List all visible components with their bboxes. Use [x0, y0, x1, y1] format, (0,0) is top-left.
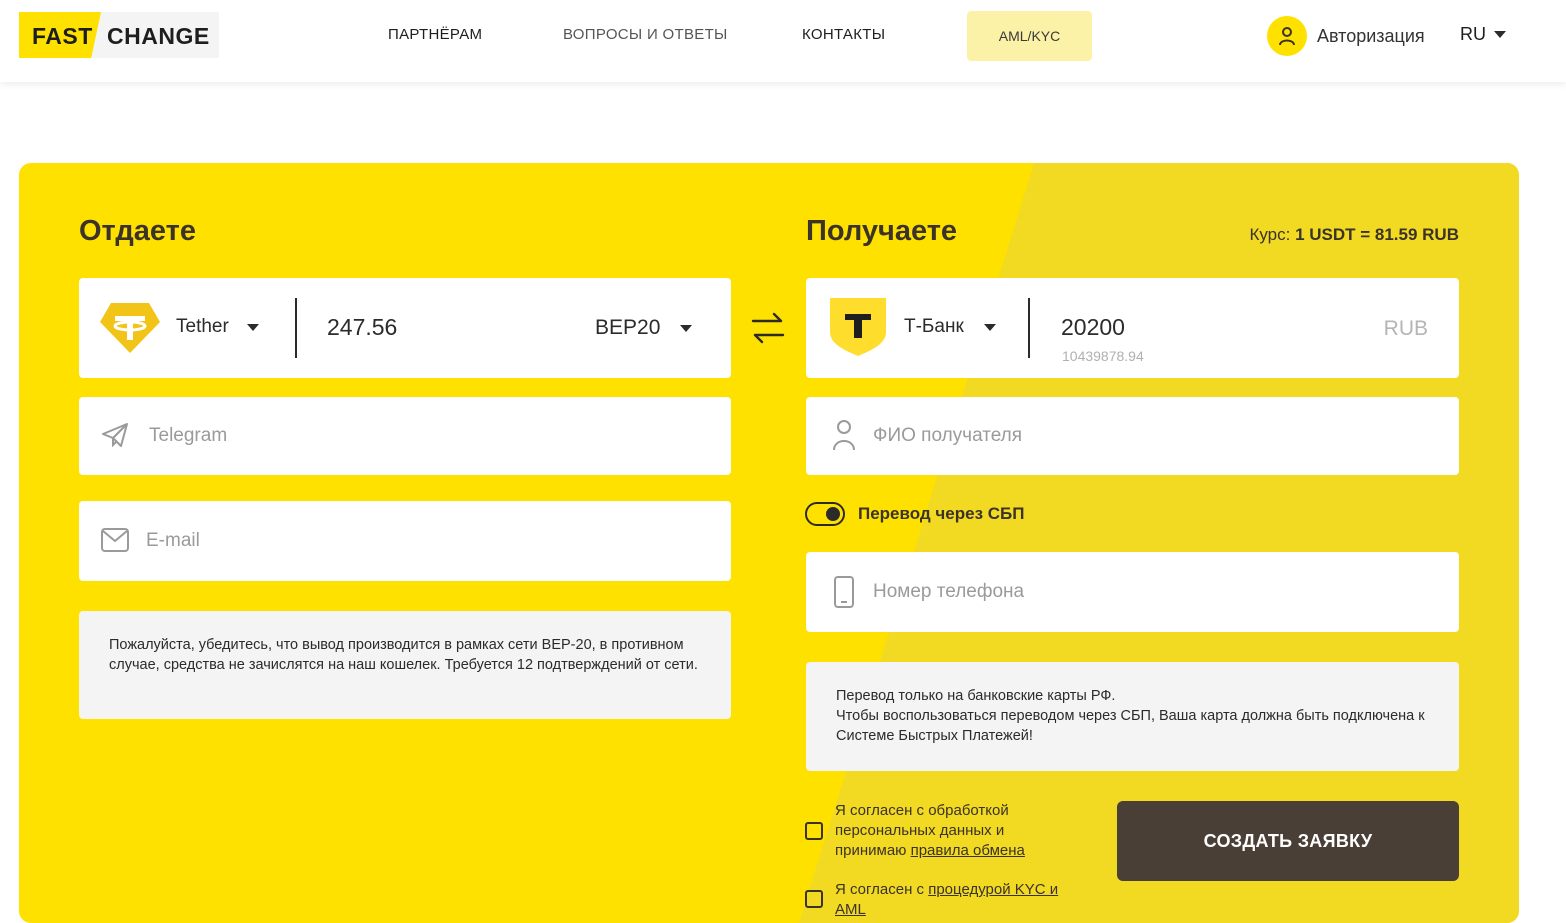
tbank-logo-icon: [828, 296, 888, 363]
chevron-down-icon: [1494, 30, 1506, 38]
rate-value: 1 USDT = 81.59 RUB: [1295, 225, 1459, 244]
receive-amount-input[interactable]: 20200: [1061, 314, 1125, 341]
agree-rules-checkbox[interactable]: [805, 822, 823, 840]
reserve-amount: 10439878.94: [1062, 348, 1144, 364]
tether-icon: [99, 302, 161, 359]
agree-kyc-checkbox[interactable]: [805, 890, 823, 908]
chevron-down-icon: [983, 323, 996, 331]
mail-icon: [101, 528, 129, 557]
phone-placeholder: Номер телефона: [873, 581, 1025, 602]
field-divider: [295, 298, 297, 358]
language-value: RU: [1460, 23, 1486, 44]
email-field[interactable]: E-mail: [79, 501, 731, 581]
exchange-rules-link[interactable]: правила обмена: [911, 842, 1025, 859]
user-icon: [1267, 16, 1307, 56]
recipient-name-placeholder: ФИО получателя: [873, 425, 1023, 446]
sbp-notice-line2: Чтобы воспользоваться переводом через СБ…: [836, 708, 1425, 744]
person-icon: [832, 419, 856, 456]
give-amount-box: Tether 247.56 BEP20: [79, 278, 731, 378]
toggle-knob: [826, 507, 840, 521]
receive-currency-code: RUB: [1383, 317, 1428, 340]
give-title: Отдаете: [79, 215, 196, 247]
field-divider: [1028, 298, 1030, 358]
swap-arrows-icon[interactable]: [750, 310, 786, 351]
nav-aml-kyc-button[interactable]: AML/KYC: [967, 11, 1092, 61]
exchange-panel: Отдаете Tether 247.56 BEP20 Telegram E-m…: [19, 163, 1519, 923]
bank-select[interactable]: Т-Банк: [904, 316, 996, 338]
exchange-rate: Курс: 1 USDT = 81.59 RUB: [1249, 225, 1459, 245]
nav-partners[interactable]: ПАРТНЁРАМ: [388, 26, 482, 43]
create-order-button[interactable]: СОЗДАТЬ ЗАЯВКУ: [1117, 801, 1459, 881]
telegram-field[interactable]: Telegram: [79, 397, 731, 475]
logo-text-fast: FAST: [32, 23, 93, 49]
sbp-toggle[interactable]: [805, 502, 845, 526]
bank-label: Т-Банк: [904, 316, 964, 337]
give-currency-select[interactable]: Tether: [176, 316, 259, 338]
login-link[interactable]: Авторизация: [1267, 16, 1425, 56]
network-notice: Пожалуйста, убедитесь, что вывод произво…: [79, 611, 731, 719]
agree-rules-text: Я согласен с обработкой персональных дан…: [835, 801, 1065, 861]
chevron-down-icon: [246, 323, 259, 331]
chevron-down-icon: [680, 324, 693, 332]
logo-text-change: CHANGE: [107, 23, 210, 49]
network-notice-text: Пожалуйста, убедитесь, что вывод произво…: [109, 637, 698, 673]
nav-contacts[interactable]: КОНТАКТЫ: [802, 26, 885, 43]
login-label: Авторизация: [1317, 25, 1425, 46]
give-amount-input[interactable]: 247.56: [327, 314, 397, 341]
network-label: BEP20: [595, 316, 661, 339]
sbp-notice: Перевод только на банковские карты РФ. Ч…: [806, 662, 1459, 771]
sbp-toggle-label: Перевод через СБП: [858, 504, 1025, 523]
rate-prefix: Курс:: [1249, 225, 1291, 244]
agree-kyc-label: Я согласен с: [835, 881, 925, 898]
phone-field[interactable]: Номер телефона: [806, 552, 1459, 632]
agree-kyc-text: Я согласен с процедурой KYC и AML: [835, 880, 1085, 920]
language-select[interactable]: RU: [1447, 12, 1519, 56]
smartphone-icon: [834, 576, 854, 613]
receive-amount-box: Т-Банк 20200 10439878.94 RUB: [806, 278, 1459, 378]
sbp-notice-line1: Перевод только на банковские карты РФ.: [836, 688, 1116, 704]
receive-title: Получаете: [806, 215, 958, 247]
top-header: FAST CHANGE ПАРТНЁРАМ ВОПРОСЫ И ОТВЕТЫ К…: [0, 0, 1566, 82]
telegram-icon: [101, 422, 129, 453]
recipient-name-field[interactable]: ФИО получателя: [806, 397, 1459, 475]
network-select[interactable]: BEP20: [595, 316, 693, 340]
give-currency-label: Tether: [176, 316, 229, 337]
nav-faq[interactable]: ВОПРОСЫ И ОТВЕТЫ: [563, 26, 728, 43]
fastchange-logo[interactable]: FAST CHANGE: [19, 12, 219, 58]
email-placeholder: E-mail: [146, 530, 200, 551]
telegram-placeholder: Telegram: [149, 425, 228, 446]
